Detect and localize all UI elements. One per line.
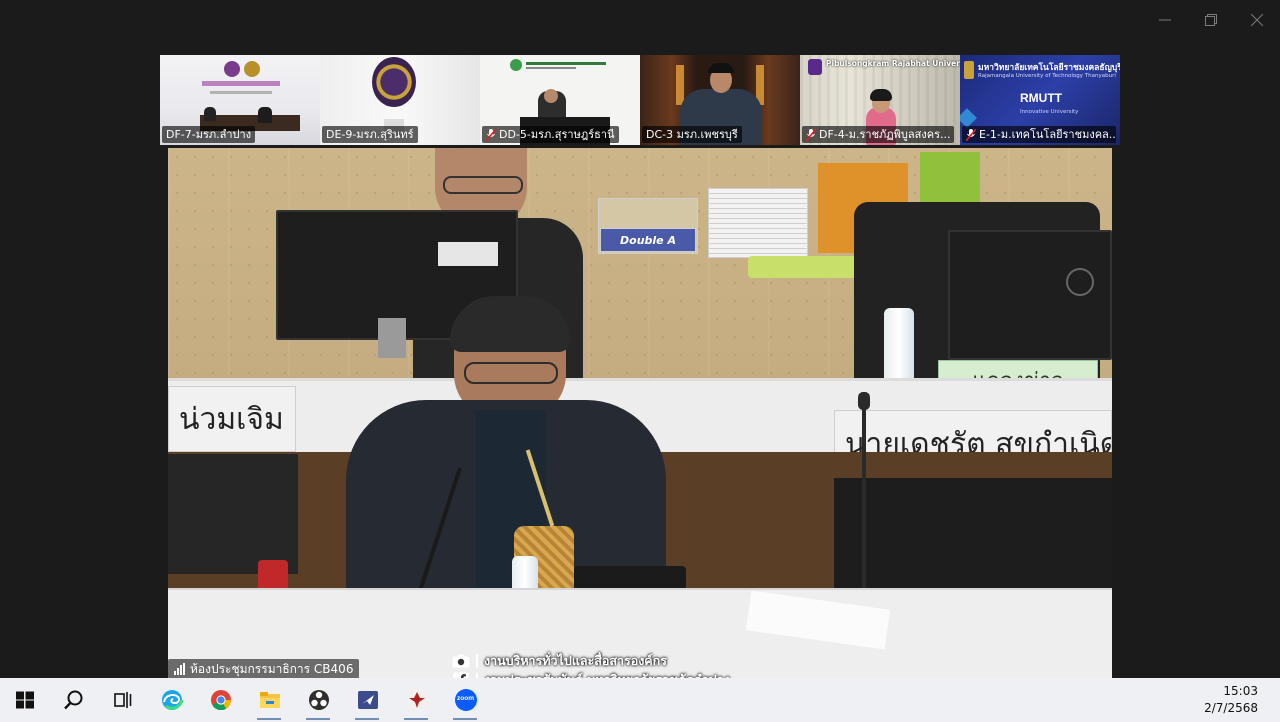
system-clock[interactable]: 15:03 2/7/2568 (1204, 678, 1258, 722)
participant-name-label: E-1-ม.เทคโนโลยีราชมงคล... (962, 126, 1116, 143)
file-explorer-icon (259, 692, 280, 708)
close-icon (1251, 14, 1263, 26)
taskbar-zoom[interactable]: zoom (441, 678, 490, 722)
tagline-text: Innovative University (1020, 109, 1079, 115)
emblem-icon (964, 61, 974, 79)
signal-icon (174, 663, 185, 675)
participant-name-label: DF-4-ม.ราชภัฏพิบูลสงคร... (802, 126, 955, 143)
participant-name-label: DE-9-มรภ.สุรินทร์ (322, 126, 418, 143)
university-name-text: Pibulsongkram Rajabhat University (826, 59, 960, 68)
participant-name-label: DD-5-มรภ.สุราษฎร์ธานี (482, 126, 619, 143)
participant-thumbnail[interactable]: DE-9-มรภ.สุรินทร์ (320, 55, 480, 145)
speaking-person (346, 296, 666, 600)
active-speaker-video[interactable]: Double A แถลงข่าว น่วมเจิม นายเดชรัต สุข… (168, 148, 1112, 678)
left-lower-monitor (168, 454, 298, 574)
task-view-button[interactable] (98, 678, 147, 722)
participant-name-label: DF-7-มรภ.ลำปาง (162, 126, 256, 143)
search-button[interactable] (49, 678, 98, 722)
close-button[interactable] (1234, 0, 1280, 40)
participant-thumbnail[interactable]: DC-3 มรภ.เพชรบุรี (640, 55, 800, 145)
microphone-stand (862, 392, 866, 592)
university-logo-icon (808, 59, 822, 75)
zoom-icon-label: zoom (457, 695, 474, 702)
left-nameplate: น่วมเจิม (168, 386, 296, 452)
double-a-box: Double A (600, 228, 696, 252)
university-seal-icon (372, 57, 416, 107)
search-icon (63, 690, 82, 710)
university-logo-icon (510, 59, 522, 71)
start-button[interactable] (0, 678, 49, 722)
taskbar-file-explorer[interactable] (245, 678, 294, 722)
taskbar-app[interactable] (343, 678, 392, 722)
emblem-icon (244, 61, 260, 77)
university-name-text: มหาวิทยาลัยเทคโนโลยีราชมงคลธัญบุรี (978, 63, 1120, 73)
windows-taskbar: zoom (0, 678, 1280, 722)
participant-strip: DF-7-มรภ.ลำปาง DE-9-มรภ.สุรินทร์ DD-5-มร (160, 55, 1120, 145)
yellow-item (748, 256, 858, 278)
taskbar-edge[interactable] (147, 678, 196, 722)
start-icon (15, 691, 34, 709)
university-name-en-text: Rajamangala University of Technology Tha… (978, 73, 1116, 79)
chrome-icon (210, 690, 231, 711)
camera-icon (452, 653, 470, 669)
mic-muted-icon (965, 127, 977, 142)
document-stack (708, 188, 808, 258)
room-name-overlay: ห้องประชุมกรรมาธิการ CB406 (168, 659, 360, 679)
participant-thumbnail[interactable]: Pibulsongkram Rajabhat University DF-4-ม… (800, 55, 960, 145)
minimize-button[interactable] (1142, 0, 1188, 40)
hp-logo-icon (1066, 268, 1094, 296)
taskbar-emblem-app[interactable] (392, 678, 441, 722)
participant-thumbnail[interactable]: DF-7-มรภ.ลำปาง (160, 55, 320, 145)
mic-muted-icon (805, 127, 817, 142)
emblem-icon (406, 690, 427, 710)
participant-name-label: DC-3 มรภ.เพชรบุรี (642, 126, 742, 143)
edge-icon (161, 690, 183, 710)
clock-time: 15:03 (1223, 684, 1258, 698)
restore-icon (1205, 14, 1217, 26)
clock-date: 2/7/2568 (1204, 701, 1258, 715)
app-icon (357, 691, 378, 709)
participant-thumbnail[interactable]: DD-5-มรภ.สุราษฎร์ธานี (480, 55, 640, 145)
right-lower-monitor (834, 478, 1112, 588)
participant-thumbnail[interactable]: มหาวิทยาลัยเทคโนโลยีราชมงคลธัญบุรี Rajam… (960, 55, 1120, 145)
task-view-icon (113, 692, 131, 708)
minimize-icon (1159, 19, 1171, 21)
obs-icon (308, 690, 329, 710)
mic-muted-icon (485, 127, 497, 142)
right-monitor (948, 230, 1112, 360)
microphone-icon (858, 392, 870, 410)
zoom-meeting-window: DF-7-มรภ.ลำปาง DE-9-มรภ.สุรินทร์ DD-5-มร (0, 0, 1280, 688)
university-logo-icon (224, 61, 240, 77)
taskbar-obs[interactable] (294, 678, 343, 722)
restore-button[interactable] (1188, 0, 1234, 40)
window-controls (1142, 0, 1280, 40)
rmutt-logo-text: RMUTT (1020, 91, 1062, 105)
taskbar-chrome[interactable] (196, 678, 245, 722)
